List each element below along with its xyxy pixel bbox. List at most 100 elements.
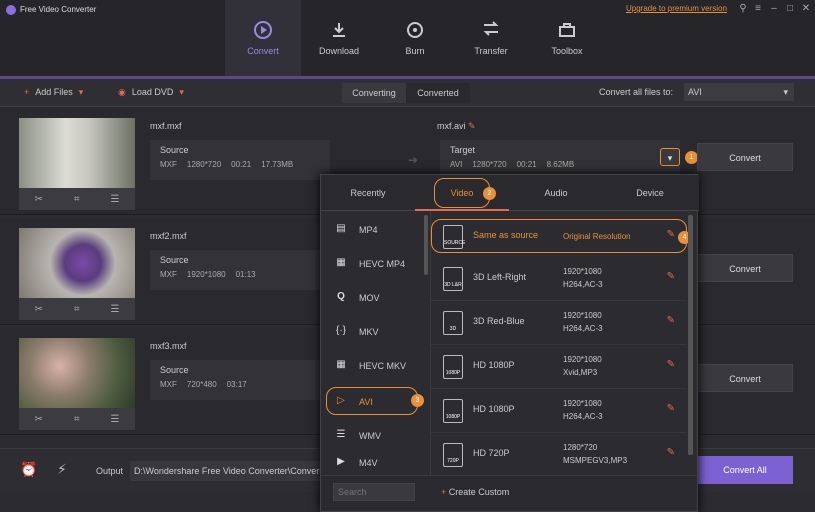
effects-icon[interactable]: ☰: [111, 304, 120, 315]
preset-detail: 1280*720 MSMPEGV3,MP3: [563, 441, 627, 467]
edit-icon[interactable]: ✎: [468, 121, 476, 131]
effects-icon[interactable]: ☰: [111, 194, 120, 205]
close-icon[interactable]: ✕: [800, 3, 812, 15]
source-label: Source: [160, 255, 189, 265]
film-icon: ▤: [336, 223, 346, 234]
plus-icon: +: [24, 87, 30, 97]
nav-convert[interactable]: Convert: [225, 0, 301, 79]
preset-row[interactable]: 720P HD 720P 1280*720 MSMPEGV3,MP3 ✎: [431, 433, 687, 473]
format-item-wmv[interactable]: ☰ WMV: [321, 419, 421, 453]
edit-icon[interactable]: ✎: [667, 447, 675, 458]
preset-codec: H264,AC-3: [563, 324, 603, 333]
menu-icon[interactable]: ≡: [752, 3, 764, 15]
tab-recently[interactable]: Recently: [321, 175, 415, 211]
convert-all-button[interactable]: Convert All: [697, 456, 793, 484]
preset-name: HD 720P: [473, 448, 510, 458]
convert-button[interactable]: Convert: [697, 254, 793, 282]
create-custom-button[interactable]: + Create Custom: [441, 487, 509, 497]
nav-transfer-label: Transfer: [474, 46, 508, 56]
source-label: Source: [160, 365, 189, 375]
hevc-icon: ▦: [336, 257, 346, 268]
nav-toolbox[interactable]: Toolbox: [529, 0, 605, 76]
search-input[interactable]: [333, 483, 415, 501]
add-files-label: Add Files: [35, 87, 73, 97]
tab-converting[interactable]: Converting: [342, 83, 406, 103]
preset-row[interactable]: 3D 3D Red-Blue 1920*1080 H264,AC-3 ✎: [431, 301, 687, 345]
video-thumbnail[interactable]: [19, 228, 135, 298]
upgrade-link[interactable]: Upgrade to premium version: [626, 4, 727, 13]
highlight-same-as-source: [431, 219, 687, 253]
convert-button[interactable]: Convert: [697, 143, 793, 171]
video-thumbnail[interactable]: [19, 338, 135, 408]
highlight-avi: [326, 387, 418, 415]
preset-detail: 1920*1080 Xvid,MP3: [563, 353, 602, 379]
preset-list-scrollbar[interactable]: [688, 215, 693, 455]
trim-icon[interactable]: ✂: [35, 414, 43, 425]
format-item-hevc-mp4[interactable]: ▦ HEVC MP4: [321, 247, 421, 281]
alarm-clock-icon[interactable]: ⏰: [20, 461, 37, 478]
crop-icon[interactable]: ⌗: [74, 304, 80, 315]
output-path[interactable]: D:\Wondershare Free Video Converter\Conv…: [130, 461, 322, 481]
maximize-icon[interactable]: □: [784, 3, 796, 15]
preset-resolution: 1920*1080: [563, 311, 602, 320]
toolbox-icon: [559, 23, 575, 37]
duration-value: 00:21: [231, 160, 252, 169]
lightning-icon[interactable]: ⚡: [57, 461, 67, 478]
format-item-mp4[interactable]: ▤ MP4: [321, 213, 421, 247]
preset-name: 3D Red-Blue: [473, 316, 525, 326]
chevron-down-icon: ▾: [783, 87, 788, 97]
preset-codec: H264,AC-3: [563, 280, 603, 289]
convert-button[interactable]: Convert: [697, 364, 793, 392]
edit-icon[interactable]: ✎: [667, 315, 675, 326]
target-dropdown-button[interactable]: ▾: [660, 148, 680, 166]
load-dvd-button[interactable]: ◉ Load DVD ▾: [118, 87, 184, 98]
source-info: Source MXF 1920*1080 01:13: [150, 250, 330, 290]
nav-burn-label: Burn: [405, 46, 425, 56]
format-select[interactable]: AVI ▾: [684, 83, 794, 101]
preset-detail: 1920*1080 H264,AC-3: [563, 265, 603, 291]
format-item-mkv[interactable]: {·} MKV: [321, 315, 421, 349]
trim-icon[interactable]: ✂: [35, 194, 43, 205]
tab-device[interactable]: Device: [603, 175, 697, 211]
preset-row[interactable]: 3D L&R 3D Left-Right 1920*1080 H264,AC-3 …: [431, 257, 687, 301]
preset-codec: MSMPEGV3,MP3: [563, 456, 628, 465]
convert-icon: [254, 21, 272, 39]
format-item-hevc-mkv[interactable]: ▦ HEVC MKV: [321, 349, 421, 383]
tab-audio[interactable]: Audio: [509, 175, 603, 211]
search-icon[interactable]: ⚲: [737, 3, 749, 15]
video-thumbnail[interactable]: [19, 118, 135, 188]
format-list-scrollbar[interactable]: [424, 215, 428, 275]
edit-icon[interactable]: ✎: [667, 403, 675, 414]
preset-detail: 1920*1080 H264,AC-3: [563, 309, 603, 335]
nav-transfer[interactable]: Transfer: [453, 0, 529, 76]
hevc-icon: ▦: [336, 359, 346, 370]
tab-converted[interactable]: Converted: [406, 83, 470, 103]
format-label: MKV: [359, 327, 379, 337]
edit-icon[interactable]: ✎: [667, 271, 675, 282]
crop-icon[interactable]: ⌗: [74, 414, 80, 425]
preset-row[interactable]: 1080P HD 1080P 1920*1080 Xvid,MP3 ✎: [431, 345, 687, 389]
resolution-value: 1920*1080: [186, 270, 226, 279]
crop-icon[interactable]: ⌗: [74, 194, 80, 205]
3d-icon: 3D: [443, 311, 463, 335]
format-item-mov[interactable]: Q MOV: [321, 281, 421, 315]
format-label: MP4: [359, 225, 378, 235]
edit-icon[interactable]: ✎: [667, 359, 675, 370]
target-resolution: 1280*720: [472, 160, 507, 169]
add-files-button[interactable]: + Add Files ▾: [24, 87, 83, 98]
trim-icon[interactable]: ✂: [35, 304, 43, 315]
preset-resolution: 1280*720: [563, 443, 598, 452]
nav-burn[interactable]: Burn: [377, 0, 453, 76]
target-name: mxf.avi: [437, 121, 466, 131]
nav-convert-label: Convert: [247, 46, 279, 56]
app-title: Free Video Converter: [20, 5, 97, 14]
format-item-m4v[interactable]: ▶ M4V: [321, 453, 421, 473]
preset-row[interactable]: 1080P HD 1080P 1920*1080 H264,AC-3 ✎: [431, 389, 687, 433]
nav-download[interactable]: Download: [301, 0, 377, 76]
preset-resolution: 1920*1080: [563, 267, 602, 276]
preset-name: 3D Left-Right: [473, 272, 527, 282]
top-bar: Free Video Converter Upgrade to premium …: [0, 0, 815, 79]
minimize-icon[interactable]: –: [768, 3, 780, 15]
disc-icon: [407, 22, 423, 38]
effects-icon[interactable]: ☰: [111, 414, 120, 425]
